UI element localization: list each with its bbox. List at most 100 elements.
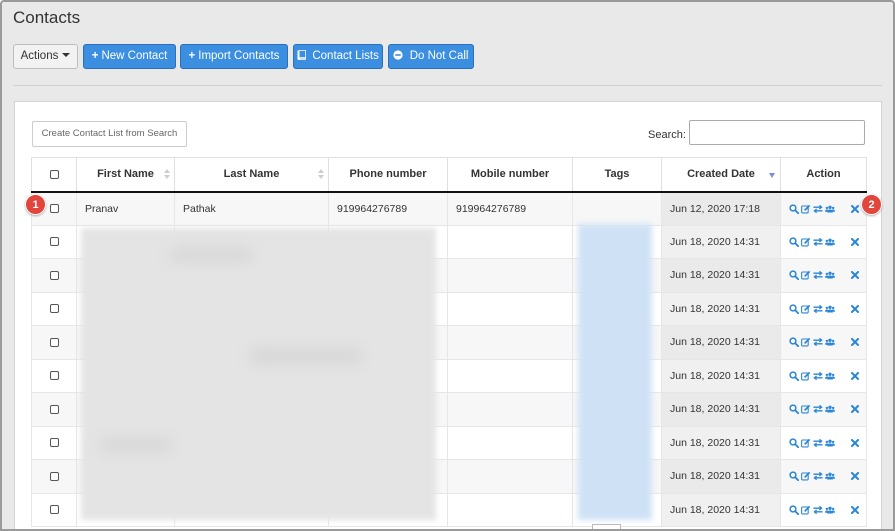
import-contacts-button[interactable]: + Import Contacts: [180, 44, 288, 69]
row-checkbox[interactable]: [49, 304, 59, 314]
close-icon[interactable]: [850, 269, 860, 281]
transfer-icon[interactable]: [813, 370, 823, 382]
group-icon[interactable]: [825, 203, 835, 215]
divider: [13, 85, 882, 86]
search-icon[interactable]: [789, 269, 799, 281]
close-icon[interactable]: [850, 303, 860, 315]
group-icon[interactable]: [825, 504, 835, 516]
edit-icon[interactable]: [801, 236, 811, 248]
group-icon[interactable]: [825, 303, 835, 315]
column-header-tags[interactable]: Tags: [572, 157, 662, 193]
row-checkbox[interactable]: [49, 204, 59, 214]
group-icon[interactable]: [825, 370, 835, 382]
edit-icon[interactable]: [801, 470, 811, 482]
row-checkbox[interactable]: [49, 438, 59, 448]
row-checkbox[interactable]: [49, 404, 59, 414]
table-row[interactable]: Pranav Pathak 919964276789 919964276789 Jun …: [31, 191, 867, 226]
column-header-created-date[interactable]: Created Date: [661, 157, 781, 193]
search-icon[interactable]: [789, 504, 799, 516]
do-not-call-button[interactable]: Do Not Call: [388, 44, 474, 69]
select-all-checkbox[interactable]: [49, 169, 59, 179]
group-icon[interactable]: [825, 236, 835, 248]
table-row[interactable]: Jun 18, 2020 14:31: [31, 493, 867, 527]
table-row[interactable]: Jun 18, 2020 14:31: [31, 426, 867, 460]
table-row[interactable]: Jun 18, 2020 14:31: [31, 258, 867, 293]
group-icon[interactable]: [825, 437, 835, 449]
phone-number-cell: [328, 359, 448, 393]
table-row[interactable]: Jun 18, 2020 14:31: [31, 292, 867, 326]
column-header-phone-number[interactable]: Phone number: [328, 157, 448, 193]
group-icon[interactable]: [825, 269, 835, 281]
group-icon[interactable]: [825, 470, 835, 482]
row-checkbox[interactable]: [49, 371, 59, 381]
close-icon[interactable]: [850, 403, 860, 415]
annotation-marker-2: 2: [861, 194, 882, 215]
edit-icon[interactable]: [801, 437, 811, 449]
transfer-icon[interactable]: [813, 269, 823, 281]
action-cell: [780, 426, 867, 460]
create-contact-list-button[interactable]: Create Contact List from Search: [32, 121, 187, 147]
tags-cell: [572, 392, 662, 427]
transfer-icon[interactable]: [813, 303, 823, 315]
first-name-cell: [76, 493, 175, 527]
row-checkbox[interactable]: [49, 337, 59, 347]
edit-icon[interactable]: [801, 370, 811, 382]
transfer-icon[interactable]: [813, 437, 823, 449]
transfer-icon[interactable]: [813, 236, 823, 248]
horizontal-scroll-handle[interactable]: [592, 524, 621, 529]
close-icon[interactable]: [850, 370, 860, 382]
new-contact-button[interactable]: + New Contact: [83, 44, 176, 69]
group-icon[interactable]: [825, 336, 835, 348]
transfer-icon[interactable]: [813, 504, 823, 516]
table-row[interactable]: Jun 18, 2020 14:31: [31, 359, 867, 393]
contact-lists-button[interactable]: Contact Lists: [293, 44, 383, 69]
close-icon[interactable]: [850, 504, 860, 516]
edit-icon[interactable]: [801, 504, 811, 516]
close-icon[interactable]: [850, 470, 860, 482]
search-icon[interactable]: [789, 236, 799, 248]
close-icon[interactable]: [850, 336, 860, 348]
search-input[interactable]: [689, 120, 865, 145]
edit-icon[interactable]: [801, 269, 811, 281]
edit-icon[interactable]: [801, 336, 811, 348]
row-actions: [789, 437, 866, 449]
column-header-last-name[interactable]: Last Name: [174, 157, 329, 193]
last-name-cell: [174, 493, 329, 527]
action-cell: [780, 392, 867, 427]
table-row[interactable]: Jun 18, 2020 14:31: [31, 225, 867, 259]
actions-dropdown-button[interactable]: Actions: [13, 44, 78, 69]
row-select-cell: [31, 426, 77, 460]
sort-icon: [164, 169, 170, 181]
edit-icon[interactable]: [801, 303, 811, 315]
search-icon[interactable]: [789, 203, 799, 215]
row-checkbox[interactable]: [49, 270, 59, 280]
table-row[interactable]: Jun 18, 2020 14:31: [31, 459, 867, 494]
search-icon[interactable]: [789, 470, 799, 482]
search-icon[interactable]: [789, 336, 799, 348]
edit-icon[interactable]: [801, 403, 811, 415]
transfer-icon[interactable]: [813, 403, 823, 415]
close-icon[interactable]: [850, 236, 860, 248]
row-checkbox[interactable]: [49, 237, 59, 247]
sort-desc-icon: [769, 173, 775, 178]
transfer-icon[interactable]: [813, 470, 823, 482]
edit-icon[interactable]: [801, 203, 811, 215]
close-icon[interactable]: [850, 203, 860, 215]
transfer-icon[interactable]: [813, 203, 823, 215]
column-header-mobile-number[interactable]: Mobile number: [447, 157, 573, 193]
search-icon[interactable]: [789, 370, 799, 382]
search-icon[interactable]: [789, 403, 799, 415]
table-row[interactable]: Jun 18, 2020 14:31: [31, 392, 867, 427]
search-icon[interactable]: [789, 303, 799, 315]
row-checkbox[interactable]: [49, 505, 59, 515]
select-all-header: [31, 157, 77, 193]
search-icon[interactable]: [789, 437, 799, 449]
row-checkbox[interactable]: [49, 471, 59, 481]
table-row[interactable]: Jun 18, 2020 14:31: [31, 325, 867, 360]
transfer-icon[interactable]: [813, 336, 823, 348]
row-select-cell: [31, 225, 77, 259]
close-icon[interactable]: [850, 437, 860, 449]
column-header-first-name[interactable]: First Name: [76, 157, 175, 193]
mobile-number-cell: [447, 459, 573, 494]
group-icon[interactable]: [825, 403, 835, 415]
